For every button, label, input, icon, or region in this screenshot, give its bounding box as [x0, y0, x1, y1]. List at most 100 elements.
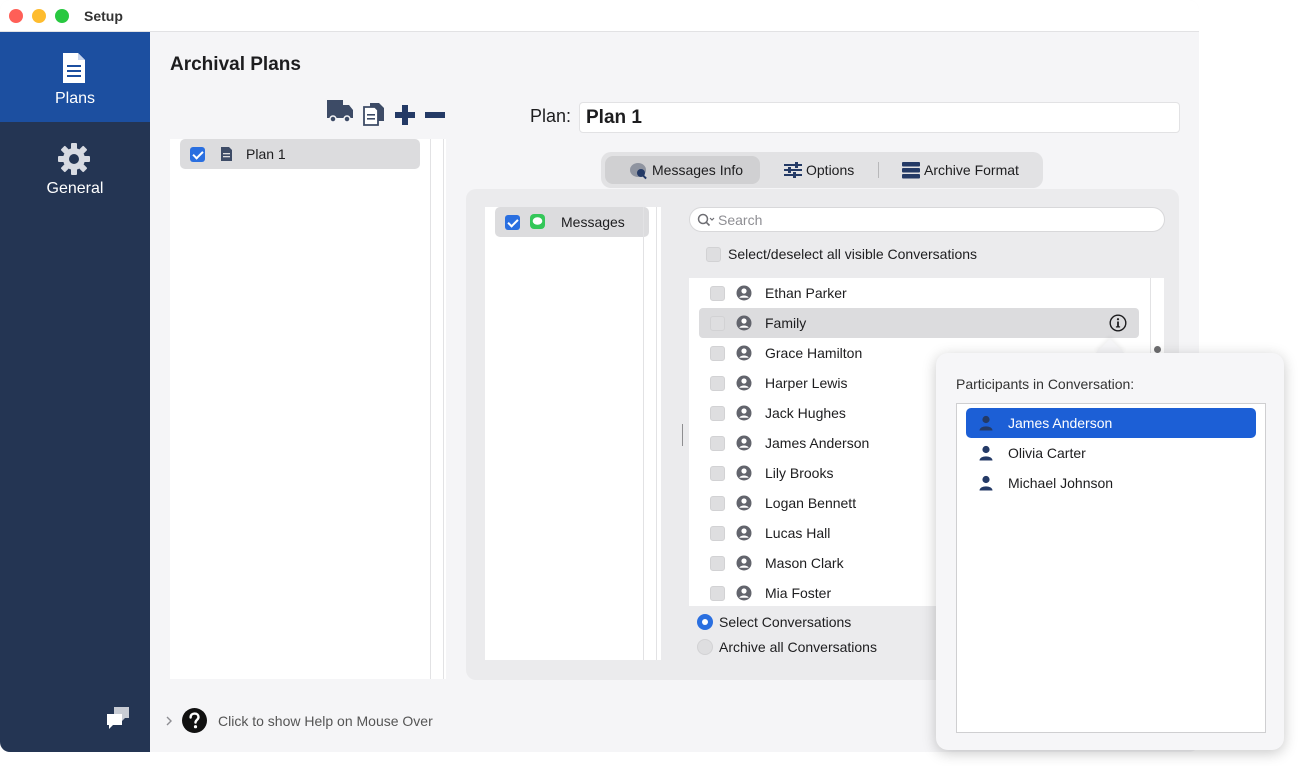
select-all-checkbox[interactable]: [706, 247, 721, 262]
person-circle-icon: [736, 525, 752, 541]
scrollbar-thumb[interactable]: [1154, 346, 1161, 353]
service-checkbox[interactable]: [505, 215, 520, 230]
select-conversations-radio[interactable]: [697, 614, 713, 630]
person-circle-icon: [736, 345, 752, 361]
chat-bubbles-icon[interactable]: [105, 705, 131, 731]
document-icon: [63, 53, 85, 83]
conversation-checkbox[interactable]: [710, 466, 725, 481]
sliders-icon: [784, 162, 802, 178]
participants-popover: Participants in Conversation: James Ande…: [936, 353, 1284, 750]
chevron-right-icon[interactable]: [165, 716, 173, 726]
conversation-checkbox[interactable]: [710, 526, 725, 541]
tab-label: Options: [806, 162, 855, 178]
popover-title: Participants in Conversation:: [956, 376, 1135, 392]
info-icon[interactable]: [1109, 314, 1127, 332]
plan-field-label: Plan:: [530, 106, 572, 126]
archive-stack-icon: [902, 162, 920, 179]
person-circle-icon: [736, 585, 752, 601]
sidebar-item-label: Plans: [54, 90, 96, 107]
archive-all-radio[interactable]: [697, 639, 713, 655]
conversation-checkbox[interactable]: [710, 436, 725, 451]
tab-label: Messages Info: [652, 162, 744, 178]
close-window-button[interactable]: [9, 9, 23, 23]
person-circle-icon: [736, 435, 752, 451]
person-circle-icon: [736, 405, 752, 421]
service-name: Messages: [561, 214, 625, 230]
tab-divider: [878, 162, 879, 178]
service-list: Messages: [485, 207, 661, 660]
conversation-name: Logan Bennett: [765, 495, 857, 511]
plan-name: Plan 1: [246, 146, 286, 162]
minus-icon[interactable]: [424, 112, 446, 118]
question-mark-icon[interactable]: [182, 708, 207, 733]
conversation-checkbox[interactable]: [710, 376, 725, 391]
messages-app-icon: [530, 214, 545, 229]
tab-messages-info[interactable]: Messages Info: [605, 156, 760, 184]
conversation-name: James Anderson: [765, 435, 870, 451]
conversation-name: Ethan Parker: [765, 285, 847, 301]
sidebar-item-label: General: [46, 180, 104, 197]
tab-options[interactable]: Options: [771, 156, 871, 184]
search-input[interactable]: [718, 211, 1158, 229]
plan-name-field[interactable]: [579, 102, 1180, 133]
person-icon: [979, 445, 993, 461]
tab-label: Archive Format: [924, 162, 1019, 178]
radio-label: Archive all Conversations: [719, 639, 877, 655]
list-item[interactable]: Plan 1: [180, 139, 420, 169]
service-list-scrollbar[interactable]: [643, 207, 657, 660]
conversation-checkbox[interactable]: [710, 496, 725, 511]
sidebar-item-general[interactable]: General: [0, 122, 150, 212]
person-circle-icon: [736, 495, 752, 511]
truck-icon[interactable]: [326, 98, 354, 124]
list-item[interactable]: James Anderson: [966, 408, 1256, 438]
table-row[interactable]: Family: [699, 308, 1139, 338]
radio-label: Select Conversations: [719, 614, 852, 630]
participant-list: James Anderson Olivia Carter Michael Joh…: [956, 403, 1266, 733]
person-icon: [979, 475, 993, 491]
conversation-name: Family: [765, 315, 807, 331]
list-item[interactable]: Michael Johnson: [966, 468, 1256, 498]
duplicate-icon[interactable]: [363, 102, 385, 126]
help-label: Click to show Help on Mouse Over: [218, 713, 433, 729]
person-circle-icon: [736, 285, 752, 301]
conversation-name: Mason Clark: [765, 555, 844, 571]
plan-list-scrollbar[interactable]: [430, 139, 444, 679]
page-title: Archival Plans: [170, 54, 301, 75]
splitter-handle[interactable]: [682, 424, 683, 446]
minimize-window-button[interactable]: [32, 9, 46, 23]
conversation-name: Grace Hamilton: [765, 345, 863, 361]
zoom-window-button[interactable]: [55, 9, 69, 23]
search-box: [689, 207, 1165, 232]
tab-bar: Messages Info Options Archive Format: [601, 152, 1043, 188]
gear-icon: [58, 143, 90, 175]
participant-name: Michael Johnson: [1008, 475, 1114, 491]
conversation-name: Jack Hughes: [765, 405, 846, 421]
plus-icon[interactable]: [394, 104, 416, 126]
tab-archive-format[interactable]: Archive Format: [891, 156, 1036, 184]
conversation-checkbox[interactable]: [710, 346, 725, 361]
participant-name: Olivia Carter: [1008, 445, 1086, 461]
conversation-checkbox[interactable]: [710, 286, 725, 301]
plan-checkbox[interactable]: [190, 147, 205, 162]
sidebar: Plans General: [0, 32, 150, 752]
person-circle-icon: [736, 375, 752, 391]
conversation-name: Mia Foster: [765, 585, 832, 601]
conversation-name: Lucas Hall: [765, 525, 831, 541]
conversation-checkbox[interactable]: [710, 316, 725, 331]
list-item[interactable]: Messages: [495, 207, 649, 237]
window-title: Setup: [84, 8, 123, 24]
sidebar-item-plans[interactable]: Plans: [0, 32, 150, 122]
document-icon: [221, 147, 232, 161]
title-bar: Setup: [0, 0, 1199, 32]
conversation-checkbox[interactable]: [710, 556, 725, 571]
conversation-checkbox[interactable]: [710, 586, 725, 601]
conversation-checkbox[interactable]: [710, 406, 725, 421]
search-icon: [697, 213, 715, 227]
person-circle-icon: [736, 555, 752, 571]
list-item[interactable]: Olivia Carter: [966, 438, 1256, 468]
select-all-label: Select/deselect all visible Conversation…: [728, 246, 978, 262]
plan-list: Plan 1: [170, 139, 446, 679]
participant-name: James Anderson: [1008, 415, 1113, 431]
conversation-name: Lily Brooks: [765, 465, 834, 481]
table-row[interactable]: Ethan Parker: [699, 278, 1139, 308]
